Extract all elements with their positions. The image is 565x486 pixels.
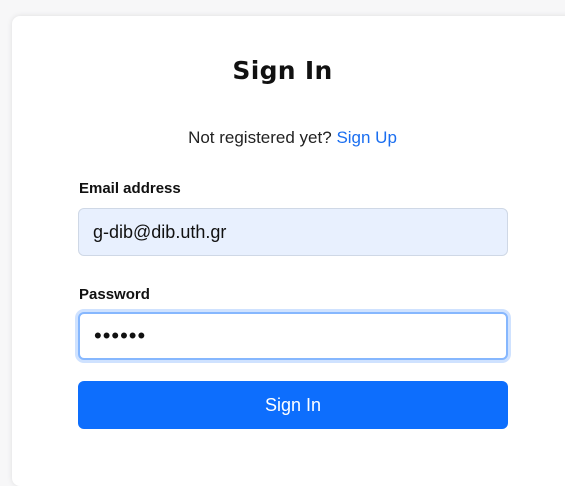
password-label: Password <box>79 286 150 303</box>
sign-up-link[interactable]: Sign Up <box>336 128 396 147</box>
register-prompt-text: Not registered yet? <box>188 128 332 147</box>
email-label: Email address <box>79 180 181 197</box>
register-prompt-line: Not registered yet? Sign Up <box>0 128 565 148</box>
email-field[interactable] <box>78 208 508 256</box>
page-title: Sign In <box>232 56 333 85</box>
password-field[interactable] <box>78 312 508 360</box>
sign-in-button[interactable]: Sign In <box>78 381 508 429</box>
